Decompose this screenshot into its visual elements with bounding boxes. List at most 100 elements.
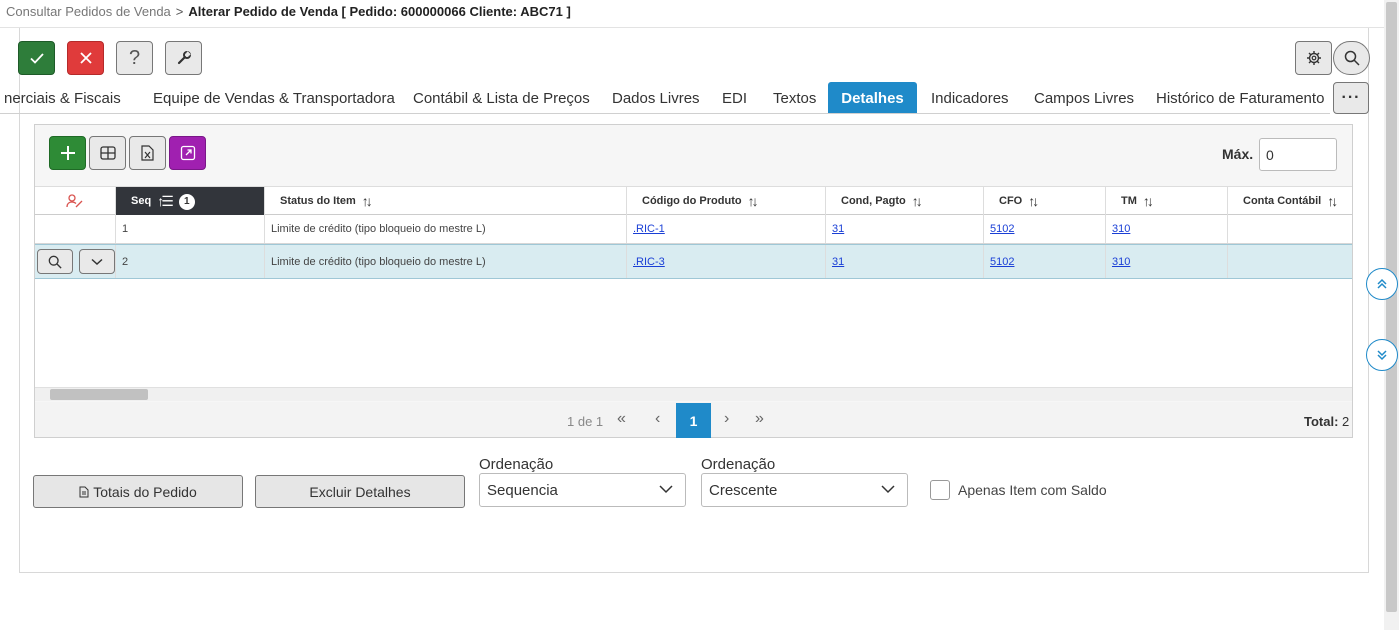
chevron-down-icon — [881, 485, 895, 494]
confirm-button[interactable] — [18, 41, 55, 75]
last-page-button[interactable]: » — [755, 410, 764, 428]
tab-textos[interactable]: Textos — [759, 82, 830, 113]
column-header-status[interactable]: Status do Item ↑↓ — [265, 187, 627, 215]
cancel-button[interactable] — [67, 41, 104, 75]
gear-icon — [1306, 51, 1321, 65]
cell-status: Limite de crédito (tipo bloqueio do mest… — [265, 215, 627, 243]
more-tabs-button[interactable]: ··· — [1333, 82, 1369, 114]
ordenacao-direcao-select[interactable]: Crescente — [701, 473, 908, 507]
tab-historico-faturamento[interactable]: Histórico de Faturamento — [1142, 82, 1330, 113]
tab-dados-livres[interactable]: Dados Livres — [598, 82, 714, 113]
tab-indicadores[interactable]: Indicadores — [917, 82, 1023, 113]
ordenacao-campo-label: Ordenação — [479, 456, 554, 473]
cell-seq: 1 — [116, 215, 265, 243]
current-page-button[interactable]: 1 — [676, 403, 711, 438]
sort-icon: ↑↓ — [1327, 193, 1338, 210]
page-info: 1 de 1 — [567, 414, 604, 429]
total-label: Total: — [1304, 414, 1339, 429]
row-menu-button[interactable] — [79, 249, 115, 274]
prev-page-button[interactable]: ‹ — [655, 410, 660, 428]
column-header-cond-pagto[interactable]: Cond, Pagto ↑↓ — [826, 187, 984, 215]
tab-campos-livres[interactable]: Campos Livres — [1020, 82, 1148, 113]
view-row-button[interactable] — [37, 249, 73, 274]
breadcrumb-parent-link[interactable]: Consultar Pedidos de Venda — [6, 4, 171, 19]
produto-link[interactable]: .RIC-3 — [633, 256, 665, 268]
cell-cfo: 5102 — [984, 245, 1106, 278]
cell-seq: 2 — [116, 245, 265, 278]
table-layout-button[interactable] — [89, 136, 126, 170]
row-actions-cell — [35, 215, 116, 243]
vertical-scrollbar-thumb[interactable] — [1386, 2, 1397, 612]
close-icon — [79, 52, 92, 64]
more-icon: ··· — [1341, 89, 1361, 106]
tm-link[interactable]: 310 — [1112, 223, 1130, 235]
max-label: Máx. — [1222, 146, 1254, 162]
excluir-detalhes-button[interactable]: Excluir Detalhes — [255, 475, 465, 508]
tab-bar: nerciais & Fiscais Equipe de Vendas & Tr… — [0, 82, 1330, 114]
column-header-cfo[interactable]: CFO ↑↓ — [984, 187, 1106, 215]
double-chevron-up-icon — [1377, 278, 1387, 289]
cell-conta-contabil — [1228, 245, 1352, 278]
tab-detalhes[interactable]: Detalhes — [828, 82, 917, 113]
search-icon — [48, 255, 62, 269]
cell-tm: 310 — [1106, 245, 1228, 278]
tab-comerciais-fiscais[interactable]: nerciais & Fiscais — [4, 82, 135, 113]
total-value: 2 — [1342, 414, 1350, 429]
horizontal-scrollbar-thumb[interactable] — [50, 389, 148, 400]
tab-edi[interactable]: EDI — [708, 82, 761, 113]
cond-pagto-link[interactable]: 31 — [832, 223, 844, 235]
table-row-selected[interactable]: 2 Limite de crédito (tipo bloqueio do me… — [35, 244, 1352, 279]
column-header-tm[interactable]: TM ↑↓ — [1106, 187, 1228, 215]
user-edit-icon — [66, 194, 83, 208]
expand-button[interactable] — [169, 136, 206, 170]
help-button[interactable]: ? — [116, 41, 153, 75]
ordenacao-direcao-label: Ordenação — [701, 456, 776, 473]
sort-icon: ↑↓ — [361, 193, 373, 210]
settings-button[interactable] — [1295, 41, 1332, 75]
cell-tm: 310 — [1106, 215, 1228, 243]
produto-link[interactable]: .RIC-1 — [633, 223, 665, 235]
cell-codigo-produto: .RIC-3 — [627, 245, 826, 278]
column-header-seq[interactable]: Seq ↑☰ 1 — [116, 187, 265, 215]
ordenacao-campo-select[interactable]: Sequencia — [479, 473, 686, 507]
document-icon — [79, 486, 89, 497]
wrench-icon — [177, 51, 191, 65]
chevron-down-icon — [91, 258, 103, 265]
sort-asc-icon: ↑☰ — [157, 193, 173, 210]
next-page-button[interactable]: › — [724, 410, 729, 428]
column-header-actions[interactable] — [35, 187, 116, 215]
tm-link[interactable]: 310 — [1112, 256, 1130, 268]
max-input[interactable] — [1259, 138, 1337, 171]
add-row-button[interactable] — [49, 136, 86, 170]
cond-pagto-link[interactable]: 31 — [832, 256, 844, 268]
sort-icon: ↑↓ — [1142, 193, 1154, 210]
apenas-item-saldo-checkbox[interactable] — [930, 480, 950, 500]
row-actions-cell — [35, 245, 116, 278]
total-count: Total: 2 — [1304, 414, 1349, 429]
table-header: Seq ↑☰ 1 Status do Item ↑↓ Código do Produt… — [35, 186, 1352, 215]
column-header-codigo-produto[interactable]: Código do Produto ↑↓ — [627, 187, 826, 215]
sort-icon: ↑↓ — [911, 193, 923, 210]
tab-equipe-vendas[interactable]: Equipe de Vendas & Transportadora — [139, 82, 409, 113]
plus-icon — [60, 146, 75, 160]
cell-conta-contabil — [1228, 215, 1352, 243]
table-row[interactable]: 1 Limite de crédito (tipo bloqueio do me… — [35, 215, 1352, 244]
cell-cond-pagto: 31 — [826, 215, 984, 243]
cfo-link[interactable]: 5102 — [990, 256, 1014, 268]
search-button[interactable] — [1333, 41, 1370, 75]
search-icon — [1344, 50, 1360, 66]
tools-button[interactable] — [165, 41, 202, 75]
cell-codigo-produto: .RIC-1 — [627, 215, 826, 243]
column-header-conta-contabil[interactable]: Conta Contábil ↑↓ — [1228, 187, 1352, 215]
first-page-button[interactable]: « — [617, 410, 626, 428]
horizontal-scrollbar[interactable] — [35, 387, 1352, 401]
sort-icon: ↑↓ — [1028, 193, 1039, 210]
help-label: ? — [128, 46, 141, 69]
scroll-bottom-button[interactable] — [1366, 339, 1398, 371]
totais-pedido-button[interactable]: Totais do Pedido — [33, 475, 243, 508]
cfo-link[interactable]: 5102 — [990, 223, 1014, 235]
export-excel-button[interactable] — [129, 136, 166, 170]
table-body: 1 Limite de crédito (tipo bloqueio do me… — [35, 215, 1352, 387]
scroll-top-button[interactable] — [1366, 268, 1398, 300]
tab-contabil[interactable]: Contábil & Lista de Preços — [399, 82, 604, 113]
